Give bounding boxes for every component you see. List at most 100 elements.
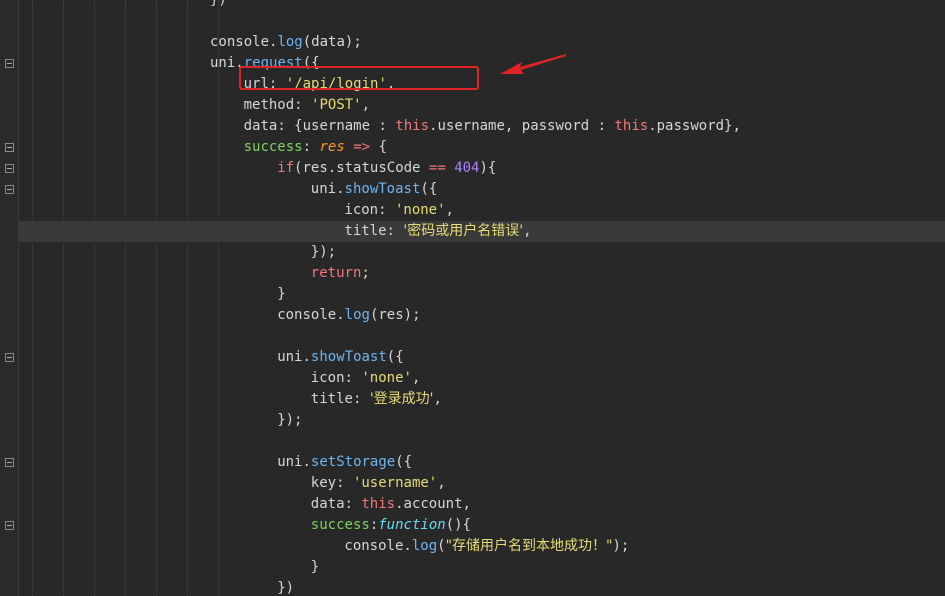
code-line[interactable]: uni.request({ <box>19 53 945 74</box>
code-token: '密码或用户名错误' <box>403 223 524 239</box>
code-token: : <box>336 475 353 491</box>
code-token: method <box>243 97 295 113</box>
code-token: this <box>361 496 396 512</box>
code-line[interactable]: uni.showToast({ <box>19 179 945 200</box>
url-highlight-box <box>239 66 479 90</box>
fold-toggle-icon[interactable] <box>5 353 14 362</box>
code-line[interactable]: }); <box>19 242 945 263</box>
code-token: 'POST' <box>311 97 362 113</box>
fold-toggle-icon[interactable] <box>5 185 14 194</box>
code-token: function <box>378 517 446 533</box>
code-token: ({ <box>420 181 438 197</box>
code-token: this <box>614 118 649 134</box>
code-token: , <box>437 475 446 491</box>
code-token: }); <box>277 412 303 428</box>
code-token: log <box>411 538 438 554</box>
code-token: title <box>310 391 353 407</box>
code-token: { <box>370 139 387 155</box>
code-token: console <box>210 34 270 50</box>
code-token: .username, password : <box>429 118 615 134</box>
code-token: : <box>294 97 312 113</box>
code-token: } <box>310 559 320 575</box>
code-token: , <box>433 391 442 407</box>
code-token: }); <box>310 244 337 260</box>
code-line[interactable]: } <box>19 284 945 305</box>
code-line[interactable] <box>19 326 945 347</box>
code-editor[interactable]: }) console.log(data); uni.request({url: '/… <box>0 0 945 596</box>
code-token: icon <box>310 370 345 386</box>
fold-gutter <box>0 0 19 596</box>
code-token: uni <box>210 55 236 71</box>
code-line[interactable]: } <box>19 557 945 578</box>
code-token: 'none' <box>361 370 412 386</box>
code-token: . <box>302 454 311 470</box>
fold-toggle-icon[interactable] <box>5 521 14 530</box>
code-token: : <box>378 202 395 218</box>
code-token: uni <box>277 454 303 470</box>
code-line[interactable]: return; <box>19 263 945 284</box>
code-token: (res.statusCode <box>294 160 429 176</box>
code-token: , <box>445 202 454 218</box>
code-line[interactable]: icon: 'none', <box>19 200 945 221</box>
code-token: 'username' <box>352 475 438 491</box>
code-token: ({ <box>395 454 413 470</box>
code-token: : {username : <box>277 118 396 134</box>
code-token: if <box>277 160 295 176</box>
code-token: ; <box>361 265 370 281</box>
code-line[interactable]: icon: 'none', <box>19 368 945 389</box>
code-token: log <box>277 34 303 50</box>
code-line-active[interactable]: title: '密码或用户名错误', <box>19 221 945 242</box>
code-token: , <box>361 97 371 113</box>
code-token: (res); <box>369 307 421 323</box>
code-line[interactable]: }) <box>19 578 945 596</box>
code-token: , <box>411 370 421 386</box>
code-token: 'none' <box>394 202 446 218</box>
code-token: uni <box>277 349 303 365</box>
code-line[interactable]: method: 'POST', <box>19 95 945 116</box>
code-line[interactable]: url: '/api/login', <box>19 74 945 95</box>
code-token: "存储用户名到本地成功！" <box>445 538 613 554</box>
code-token: ){ <box>479 160 497 176</box>
code-line[interactable]: success:function(){ <box>19 515 945 536</box>
code-line[interactable]: key: 'username', <box>19 473 945 494</box>
code-line[interactable] <box>19 431 945 452</box>
code-line[interactable]: if(res.statusCode == 404){ <box>19 158 945 179</box>
code-line[interactable]: console.log(data); <box>19 32 945 53</box>
code-token: .password}, <box>648 118 741 134</box>
code-token: log <box>344 307 370 323</box>
code-line[interactable]: console.log("存储用户名到本地成功！"); <box>19 536 945 557</box>
code-token: : <box>386 223 404 239</box>
code-area[interactable]: }) console.log(data); uni.request({url: '/… <box>19 0 945 596</box>
code-line[interactable]: }); <box>19 410 945 431</box>
code-token: data <box>310 496 345 512</box>
code-line[interactable]: console.log(res); <box>19 305 945 326</box>
code-line[interactable]: success: res => { <box>19 137 945 158</box>
code-token: : <box>344 370 362 386</box>
code-line[interactable]: data: this.account, <box>19 494 945 515</box>
code-token: .account, <box>395 496 471 512</box>
code-token: (data); <box>302 34 362 50</box>
code-token: . <box>302 349 311 365</box>
code-line[interactable]: data: {username : this.username, passwor… <box>19 116 945 137</box>
code-token: } <box>277 286 286 302</box>
code-token: , <box>523 223 532 239</box>
code-line[interactable]: uni.setStorage({ <box>19 452 945 473</box>
code-token: this <box>395 118 430 134</box>
code-line[interactable] <box>19 11 945 32</box>
fold-toggle-icon[interactable] <box>5 164 14 173</box>
code-line[interactable]: uni.showToast({ <box>19 347 945 368</box>
code-token: success <box>310 517 370 533</box>
fold-toggle-icon[interactable] <box>5 143 14 152</box>
code-line[interactable]: title: '登录成功', <box>19 389 945 410</box>
fold-toggle-icon[interactable] <box>5 458 14 467</box>
fold-toggle-icon[interactable] <box>5 59 14 68</box>
code-token: : <box>302 139 320 155</box>
code-token: res <box>319 139 345 155</box>
code-token: success <box>243 139 303 155</box>
code-token: console <box>277 307 337 323</box>
code-token: ({ <box>386 349 404 365</box>
code-line[interactable]: }) <box>19 0 945 11</box>
code-token: title <box>344 223 387 239</box>
code-token: 404 <box>454 160 480 176</box>
